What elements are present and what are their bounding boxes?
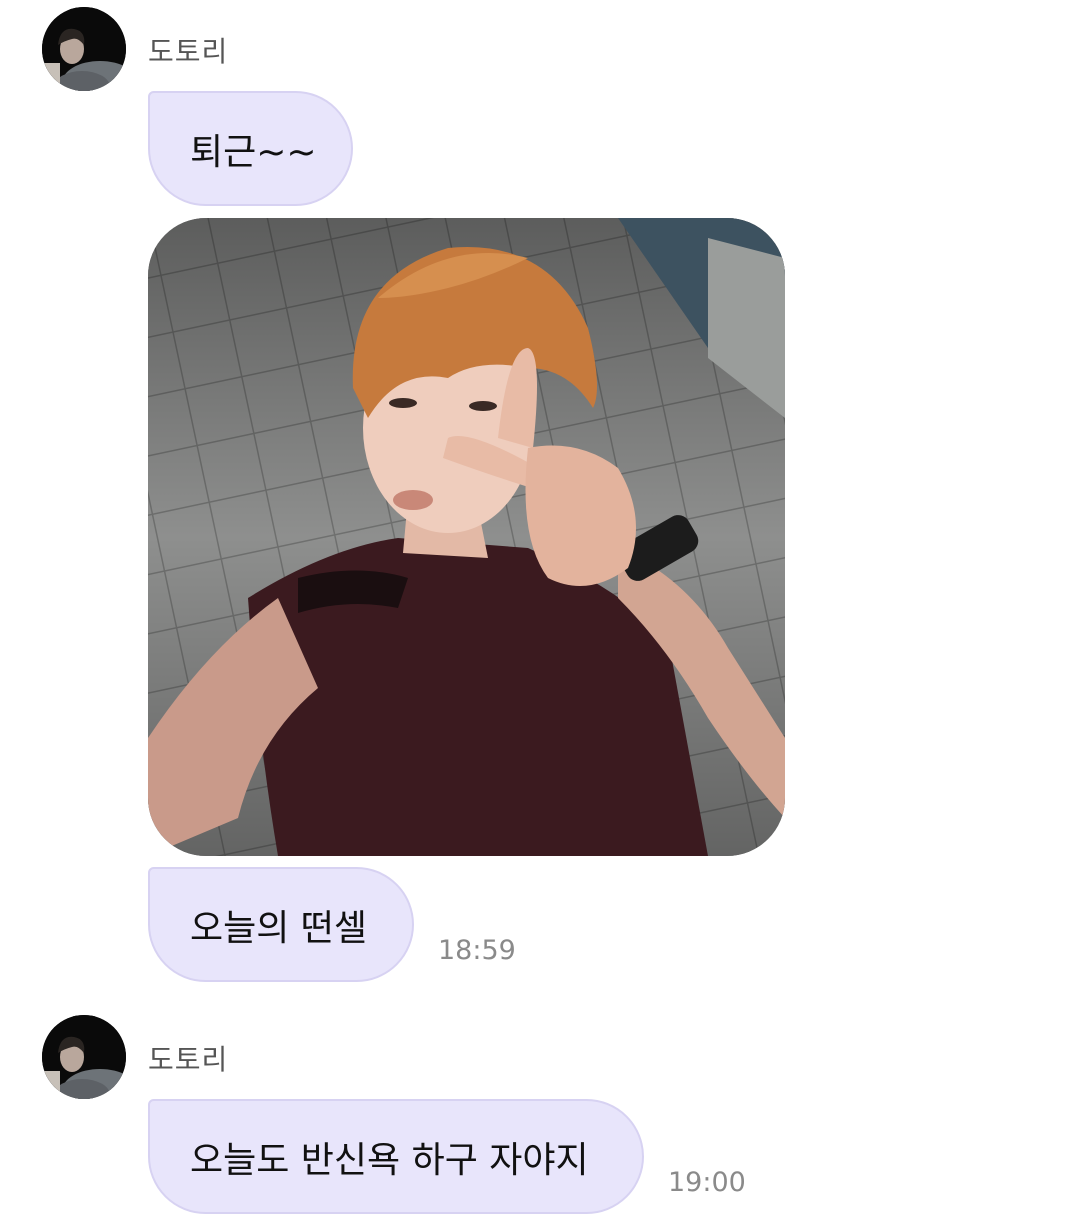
message-text: 오늘도 반신욕 하구 자야지 xyxy=(190,1139,589,1181)
sender-name: 도토리 xyxy=(148,35,229,68)
message-text: 퇴근~~ xyxy=(190,131,317,173)
message-bubble[interactable]: 오늘의 떤셀 xyxy=(148,867,414,982)
sender-avatar[interactable] xyxy=(42,7,126,91)
message-text: 오늘의 떤셀 xyxy=(190,907,368,949)
sender-name: 도토리 xyxy=(148,1043,229,1076)
message-bubble[interactable]: 퇴근~~ xyxy=(148,91,353,206)
message-bubble[interactable]: 오늘도 반신욕 하구 자야지 xyxy=(148,1099,644,1214)
photo-message[interactable] xyxy=(148,218,785,856)
message-timestamp: 18:59 xyxy=(438,935,516,966)
profile-photo-icon xyxy=(42,7,126,91)
message-timestamp: 19:00 xyxy=(668,1167,746,1198)
sender-avatar[interactable] xyxy=(42,1015,126,1099)
selfie-photo-icon xyxy=(148,218,785,856)
profile-photo-icon xyxy=(42,1015,126,1099)
